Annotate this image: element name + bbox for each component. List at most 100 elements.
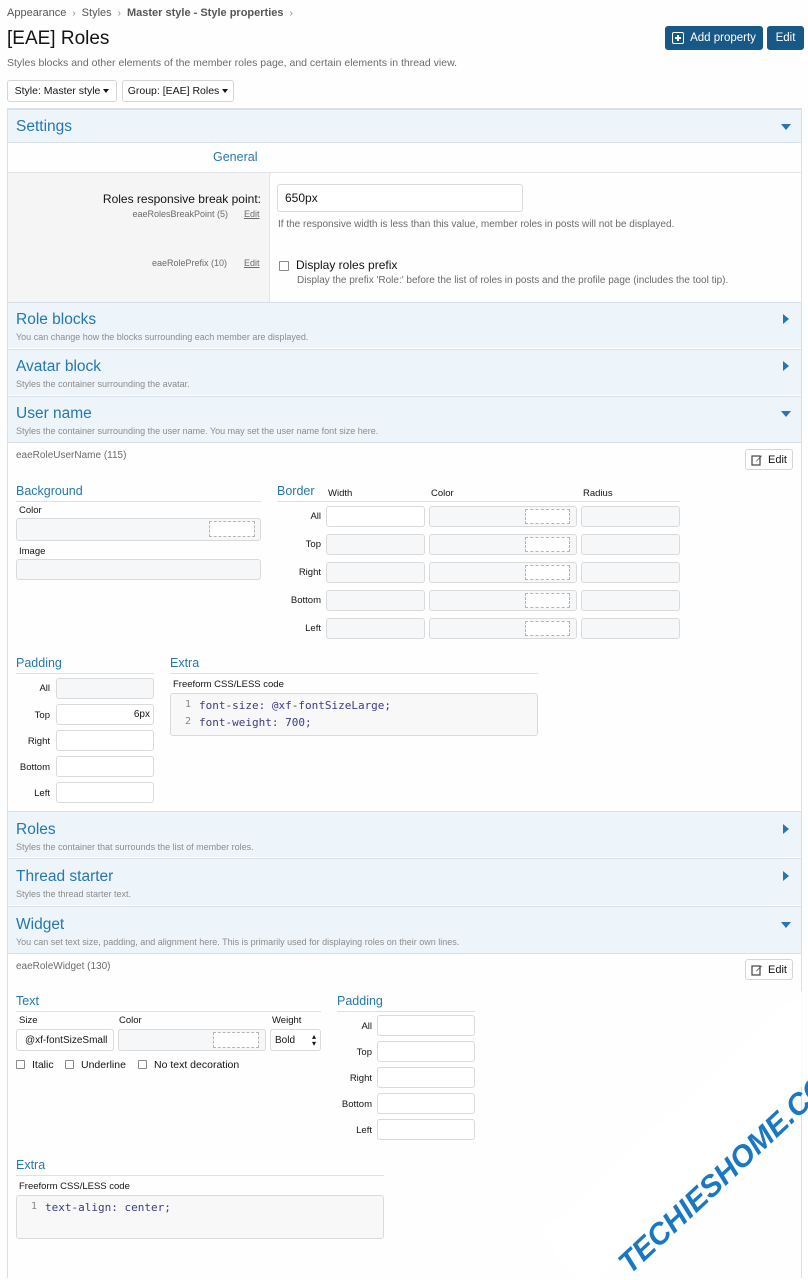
border-right-width-input[interactable]: [326, 562, 425, 583]
chevron-right-icon: [783, 314, 789, 324]
border-row-label: Right: [298, 567, 321, 578]
widget-padding-right-input[interactable]: [377, 1067, 475, 1088]
italic-label[interactable]: Italic: [32, 1059, 54, 1071]
border-right-color-swatch[interactable]: [525, 565, 570, 580]
padding-left-input[interactable]: [56, 782, 154, 803]
border-title: Border: [277, 484, 315, 498]
padding-all-input[interactable]: [56, 678, 154, 699]
chevron-down-icon: [781, 411, 791, 417]
border-bottom-radius-input[interactable]: [581, 590, 680, 611]
widget-edit-button[interactable]: Edit: [745, 959, 793, 980]
code-line: font-size: @xf-fontSizeLarge;: [199, 699, 392, 712]
padding-top-input[interactable]: 6px: [56, 704, 154, 725]
border-all-width-input[interactable]: [326, 506, 425, 527]
padding-row-label: Left: [34, 788, 50, 799]
section-description: You can set text size, padding, and alig…: [16, 937, 460, 947]
edit-label: Edit: [768, 963, 787, 976]
background-image-label: Image: [19, 546, 46, 557]
watermark-text: TECHIESHOME.COM: [612, 1070, 808, 1280]
breakpoint-edit-link[interactable]: Edit: [244, 209, 260, 219]
border-left-width-input[interactable]: [326, 618, 425, 639]
border-left-color-swatch[interactable]: [525, 621, 570, 636]
border-bottom-color-swatch[interactable]: [525, 593, 570, 608]
widget-meta: eaeRoleWidget (130): [16, 961, 111, 972]
chevron-right-icon: ›: [117, 7, 121, 19]
edit-group-button[interactable]: Edit: [767, 26, 804, 50]
watermark-logo: TECHIESHOME.COM: [612, 1070, 808, 1280]
border-bottom-width-input[interactable]: [326, 590, 425, 611]
background-color-swatch[interactable]: [209, 521, 255, 537]
padding-bottom-input[interactable]: [56, 756, 154, 777]
padding-row-label: Bottom: [341, 1099, 372, 1110]
padding-right-input[interactable]: [56, 730, 154, 751]
border-all-color-swatch[interactable]: [525, 509, 570, 524]
border-top-radius-input[interactable]: [581, 534, 680, 555]
section-user-name-header[interactable]: User name Styles the container surroundi…: [8, 396, 801, 442]
user-name-edit-button[interactable]: Edit: [745, 449, 793, 470]
divider: [270, 172, 801, 173]
group-filter[interactable]: Group: [EAE] Roles: [122, 80, 234, 102]
breakpoint-input[interactable]: 650px: [277, 184, 523, 212]
underline-checkbox[interactable]: [65, 1060, 74, 1069]
text-color-swatch[interactable]: [213, 1032, 259, 1048]
section-settings-header[interactable]: Settings: [8, 109, 801, 142]
breadcrumb-appearance[interactable]: Appearance: [7, 7, 66, 19]
breadcrumb-styles[interactable]: Styles: [82, 7, 112, 19]
breadcrumb: Appearance › Styles › Master style - Sty…: [7, 7, 293, 19]
border-top-width-input[interactable]: [326, 534, 425, 555]
style-filter[interactable]: Style: Master style: [7, 80, 117, 102]
background-image-input[interactable]: [16, 559, 261, 580]
prefix-edit-link[interactable]: Edit: [244, 258, 260, 268]
group-filter-label: Group: [EAE] Roles: [127, 85, 220, 97]
border-all-radius-input[interactable]: [581, 506, 680, 527]
section-roles-header[interactable]: Roles Styles the container that surround…: [8, 811, 801, 857]
prefix-label[interactable]: Display roles prefix: [296, 258, 397, 272]
prefix-checkbox[interactable]: [279, 261, 289, 271]
text-size-label: Size: [19, 1015, 38, 1026]
section-description: Styles the container surrounding the use…: [16, 426, 379, 436]
group-label-general: General: [213, 150, 258, 164]
breakpoint-hint: If the responsive width is less than thi…: [278, 219, 675, 230]
padding-row-label: Left: [356, 1125, 372, 1136]
widget-padding-all-input[interactable]: [377, 1015, 475, 1036]
add-icon: [672, 32, 685, 44]
no-decoration-checkbox[interactable]: [138, 1060, 147, 1069]
border-row-label: All: [310, 511, 321, 522]
widget-padding-bottom-input[interactable]: [377, 1093, 475, 1114]
border-radius-header: Radius: [583, 488, 613, 499]
widget-padding-left-input[interactable]: [377, 1119, 475, 1140]
section-title: Role blocks: [16, 311, 97, 328]
border-top-color-swatch[interactable]: [525, 537, 570, 552]
general-row: [8, 142, 801, 172]
italic-checkbox[interactable]: [16, 1060, 25, 1069]
border-right-radius-input[interactable]: [581, 562, 680, 583]
section-title: Avatar block: [16, 358, 102, 375]
section-thread-starter-header[interactable]: Thread starter Styles the thread starter…: [8, 858, 801, 905]
section-role-blocks-header[interactable]: Role blocks You can change how the block…: [8, 302, 801, 348]
line-number: 1: [185, 699, 192, 710]
padding-row-label: Bottom: [19, 762, 50, 773]
chevron-right-icon: ›: [289, 7, 293, 19]
extra-code-label: Freeform CSS/LESS code: [173, 679, 284, 690]
border-left-radius-input[interactable]: [581, 618, 680, 639]
edit-icon: [751, 454, 763, 466]
section-avatar-block-header[interactable]: Avatar block Styles the container surrou…: [8, 349, 801, 395]
border-row-label: Bottom: [290, 595, 321, 606]
padding-row-label: All: [361, 1021, 372, 1032]
caret-down-icon: [103, 89, 110, 93]
text-weight-select[interactable]: Bold ▴ ▾: [270, 1029, 321, 1051]
widget-padding-top-input[interactable]: [377, 1041, 475, 1062]
add-property-label: Add property: [690, 32, 756, 44]
widget-extra-title: Extra: [16, 1158, 384, 1176]
background-title: Background: [16, 484, 261, 502]
padding-row-label: Right: [349, 1073, 372, 1084]
section-widget-header[interactable]: Widget You can set text size, padding, a…: [8, 906, 801, 953]
breadcrumb-style-properties[interactable]: Master style - Style properties: [127, 7, 284, 19]
code-line: text-align: center;: [45, 1201, 171, 1214]
no-decoration-label[interactable]: No text decoration: [154, 1059, 239, 1071]
text-size-input[interactable]: @xf-fontSizeSmall: [16, 1029, 114, 1051]
chevron-right-icon: ›: [72, 7, 76, 19]
underline-label[interactable]: Underline: [81, 1059, 126, 1071]
add-property-button[interactable]: Add property: [665, 26, 763, 50]
text-title: Text: [16, 994, 321, 1012]
